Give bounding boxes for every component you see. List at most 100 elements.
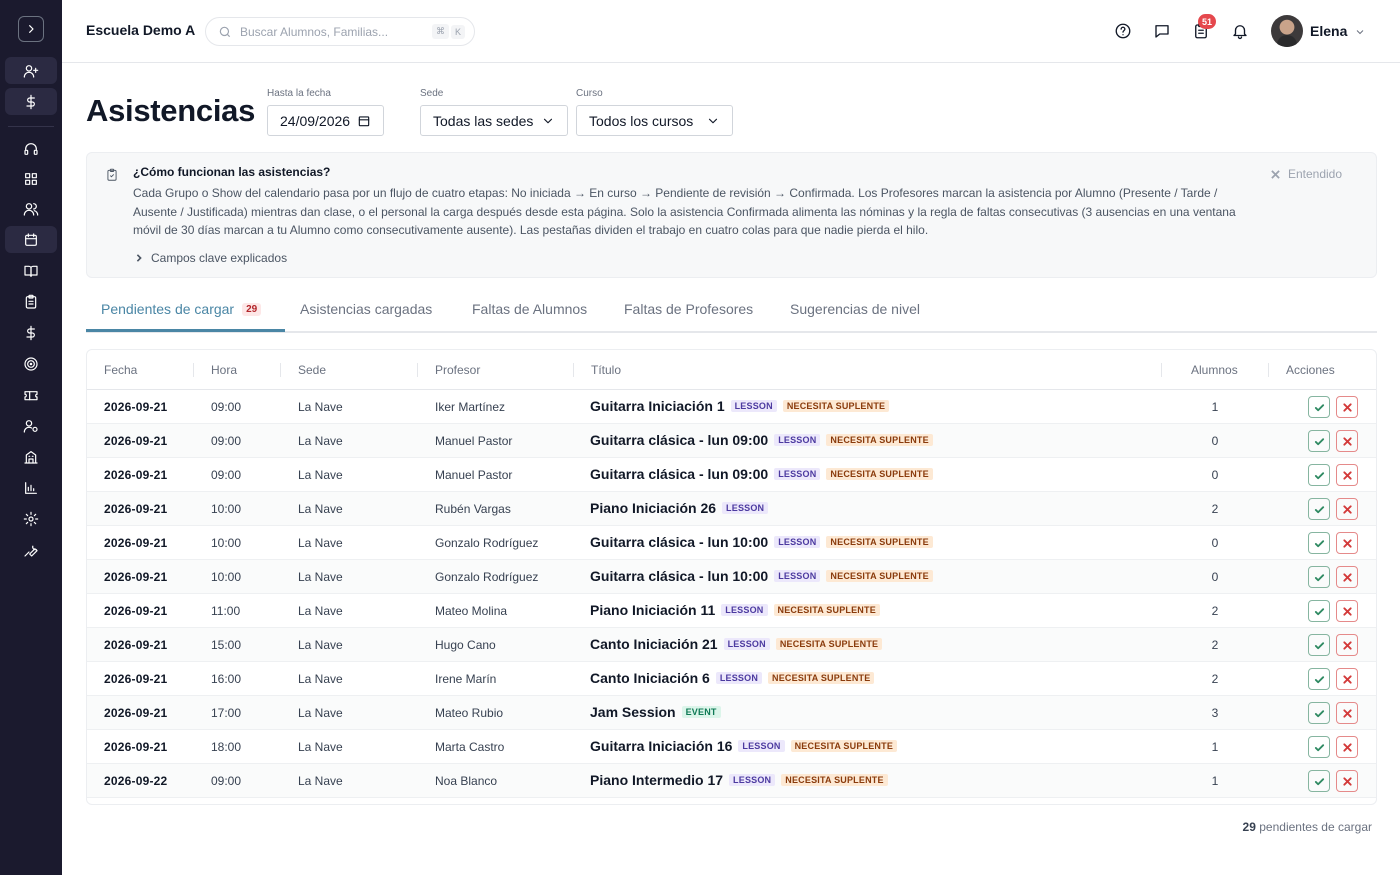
tab-student-absences[interactable]: Faltas de Alumnos — [472, 301, 587, 317]
confirm-attendance-button[interactable] — [1308, 702, 1330, 724]
column-header-alumnos[interactable]: Alumnos — [1191, 363, 1238, 377]
cell-titulo[interactable]: Guitarra clásica - lun 09:00 LESSON NECESI… — [590, 466, 933, 482]
confirm-attendance-button[interactable] — [1308, 770, 1330, 792]
close-icon — [1342, 606, 1352, 616]
table-row[interactable]: 2026-09-21 10:00 La Nave Gonzalo Rodríguez G… — [87, 526, 1376, 560]
sidebar-item-support[interactable] — [5, 135, 57, 162]
sidebar-item-payments[interactable] — [5, 88, 57, 115]
cell-titulo[interactable]: Jam Session EVENT — [590, 704, 721, 720]
notifications-button[interactable] — [1230, 21, 1250, 41]
confirm-attendance-button[interactable] — [1308, 430, 1330, 452]
course-filter-select[interactable]: Todos los cursos — [576, 105, 733, 136]
cell-titulo[interactable]: Piano Iniciación 26 LESSON — [590, 500, 769, 516]
tab-pending[interactable]: Pendientes de cargar 29 — [101, 301, 262, 317]
close-icon — [1342, 504, 1352, 514]
table-row[interactable]: 2026-09-21 09:00 La Nave Manuel Pastor Guita… — [87, 424, 1376, 458]
tab-level-suggestions[interactable]: Sugerencias de nivel — [790, 301, 920, 317]
search-box[interactable]: ⌘ K — [205, 17, 475, 46]
sidebar-item-billing[interactable] — [5, 319, 57, 346]
reject-attendance-button[interactable] — [1336, 498, 1358, 520]
sidebar-item-students[interactable] — [5, 195, 57, 222]
cell-titulo[interactable]: Canto Iniciación 21 LESSON NECESITA SUPLEN… — [590, 636, 883, 652]
reject-attendance-button[interactable] — [1336, 532, 1358, 554]
confirm-attendance-button[interactable] — [1308, 668, 1330, 690]
check-icon — [1314, 539, 1324, 547]
confirm-attendance-button[interactable] — [1308, 566, 1330, 588]
sidebar-item-tickets[interactable] — [5, 381, 57, 408]
check-icon — [1314, 675, 1324, 683]
key-fields-toggle[interactable]: Campos clave explicados — [135, 251, 287, 265]
user-name[interactable]: Elena — [1310, 23, 1347, 39]
check-icon — [1314, 437, 1324, 445]
sidebar-item-reports[interactable] — [5, 474, 57, 501]
cell-titulo[interactable]: Guitarra clásica - lun 10:00 LESSON NECESI… — [590, 534, 933, 550]
confirm-attendance-button[interactable] — [1308, 396, 1330, 418]
reject-attendance-button[interactable] — [1336, 464, 1358, 486]
date-filter-input[interactable]: 24/09/2026 — [267, 105, 384, 136]
column-header-acciones: Acciones — [1286, 363, 1335, 377]
table-row[interactable]: 2026-09-21 18:00 La Nave Marta Castro Guitar… — [87, 730, 1376, 764]
confirm-attendance-button[interactable] — [1308, 532, 1330, 554]
tab-teacher-absences[interactable]: Faltas de Profesores — [624, 301, 753, 317]
sidebar-item-goals[interactable] — [5, 350, 57, 377]
calendar-icon[interactable] — [357, 114, 371, 128]
confirm-attendance-button[interactable] — [1308, 634, 1330, 656]
column-header-titulo[interactable]: Título — [591, 363, 621, 377]
cell-titulo[interactable]: Canto Iniciación 6 LESSON NECESITA SUPLENT… — [590, 670, 875, 686]
cell-titulo[interactable]: Piano Intermedio 17 LESSON NECESITA SUPLEN… — [590, 772, 888, 788]
reject-attendance-button[interactable] — [1336, 668, 1358, 690]
reject-attendance-button[interactable] — [1336, 702, 1358, 724]
sidebar-item-dashboard[interactable] — [5, 165, 57, 192]
sidebar-item-tools[interactable] — [5, 536, 57, 563]
confirm-attendance-button[interactable] — [1308, 464, 1330, 486]
table-row[interactable]: 2026-09-22 09:00 La Nave Noa Blanco Piano In… — [87, 764, 1376, 798]
dismiss-info-button[interactable]: Entendido — [1271, 167, 1342, 181]
help-button[interactable] — [1113, 21, 1133, 41]
sidebar-item-school[interactable] — [5, 443, 57, 470]
cell-titulo[interactable]: Guitarra clásica - lun 09:00 LESSON NECESI… — [590, 432, 933, 448]
active-tab-indicator — [86, 329, 285, 332]
cell-titulo[interactable]: Guitarra Iniciación 1 LESSON NECESITA SUPL… — [590, 398, 890, 414]
table-row[interactable]: 2026-09-21 09:00 La Nave Iker Martínez Guita… — [87, 390, 1376, 424]
site-filter-select[interactable]: Todas las sedes — [420, 105, 568, 136]
messages-button[interactable] — [1152, 21, 1172, 41]
table-row[interactable]: 2026-09-21 17:00 La Nave Mateo Rubio Jam Ses… — [87, 696, 1376, 730]
table-row[interactable]: 2026-09-21 10:00 La Nave Gonzalo Rodríguez G… — [87, 560, 1376, 594]
reject-attendance-button[interactable] — [1336, 770, 1358, 792]
reject-attendance-button[interactable] — [1336, 736, 1358, 758]
reject-attendance-button[interactable] — [1336, 634, 1358, 656]
table-row[interactable]: 2026-09-21 09:00 La Nave Manuel Pastor Guita… — [87, 458, 1376, 492]
reject-attendance-button[interactable] — [1336, 600, 1358, 622]
confirm-attendance-button[interactable] — [1308, 498, 1330, 520]
column-header-sede[interactable]: Sede — [298, 363, 326, 377]
column-header-hora[interactable]: Hora — [211, 363, 237, 377]
table-row[interactable]: 2026-09-21 11:00 La Nave Mateo Molina Piano … — [87, 594, 1376, 628]
column-header-fecha[interactable]: Fecha — [104, 363, 137, 377]
column-header-profesor[interactable]: Profesor — [435, 363, 480, 377]
confirm-attendance-button[interactable] — [1308, 736, 1330, 758]
table-row[interactable]: 2026-09-21 16:00 La Nave Irene Marín Canto I… — [87, 662, 1376, 696]
sidebar-item-courses[interactable] — [5, 257, 57, 284]
cell-alumnos: 3 — [1211, 706, 1219, 720]
bell-icon — [1233, 25, 1247, 40]
table-row[interactable]: 2026-09-21 10:00 La Nave Rubén Vargas Piano … — [87, 492, 1376, 526]
sidebar-item-calendar[interactable] — [5, 226, 57, 253]
cell-titulo[interactable]: Guitarra Iniciación 16 LESSON NECESITA SUP… — [590, 738, 898, 754]
sidebar-item-staff[interactable] — [5, 412, 57, 439]
sidebar-item-settings[interactable] — [5, 505, 57, 532]
table-row[interactable]: 2026-09-21 15:00 La Nave Hugo Cano Canto Ini… — [87, 628, 1376, 662]
sidebar-item-attendance[interactable] — [5, 288, 57, 315]
reject-attendance-button[interactable] — [1336, 566, 1358, 588]
reject-attendance-button[interactable] — [1336, 430, 1358, 452]
sidebar-expand-button[interactable] — [18, 16, 44, 42]
sidebar-item-add-user[interactable] — [5, 57, 57, 84]
avatar[interactable] — [1271, 15, 1303, 47]
cell-titulo[interactable]: Piano Iniciación 11 LESSON NECESITA SUPLEN… — [590, 602, 880, 618]
confirm-attendance-button[interactable] — [1308, 600, 1330, 622]
reject-attendance-button[interactable] — [1336, 396, 1358, 418]
search-input[interactable] — [240, 24, 430, 39]
tab-loaded[interactable]: Asistencias cargadas — [300, 301, 432, 317]
user-menu-toggle[interactable] — [1354, 25, 1366, 43]
cell-titulo[interactable]: Guitarra clásica - lun 10:00 LESSON NECESI… — [590, 568, 933, 584]
column-divider — [1161, 363, 1162, 377]
